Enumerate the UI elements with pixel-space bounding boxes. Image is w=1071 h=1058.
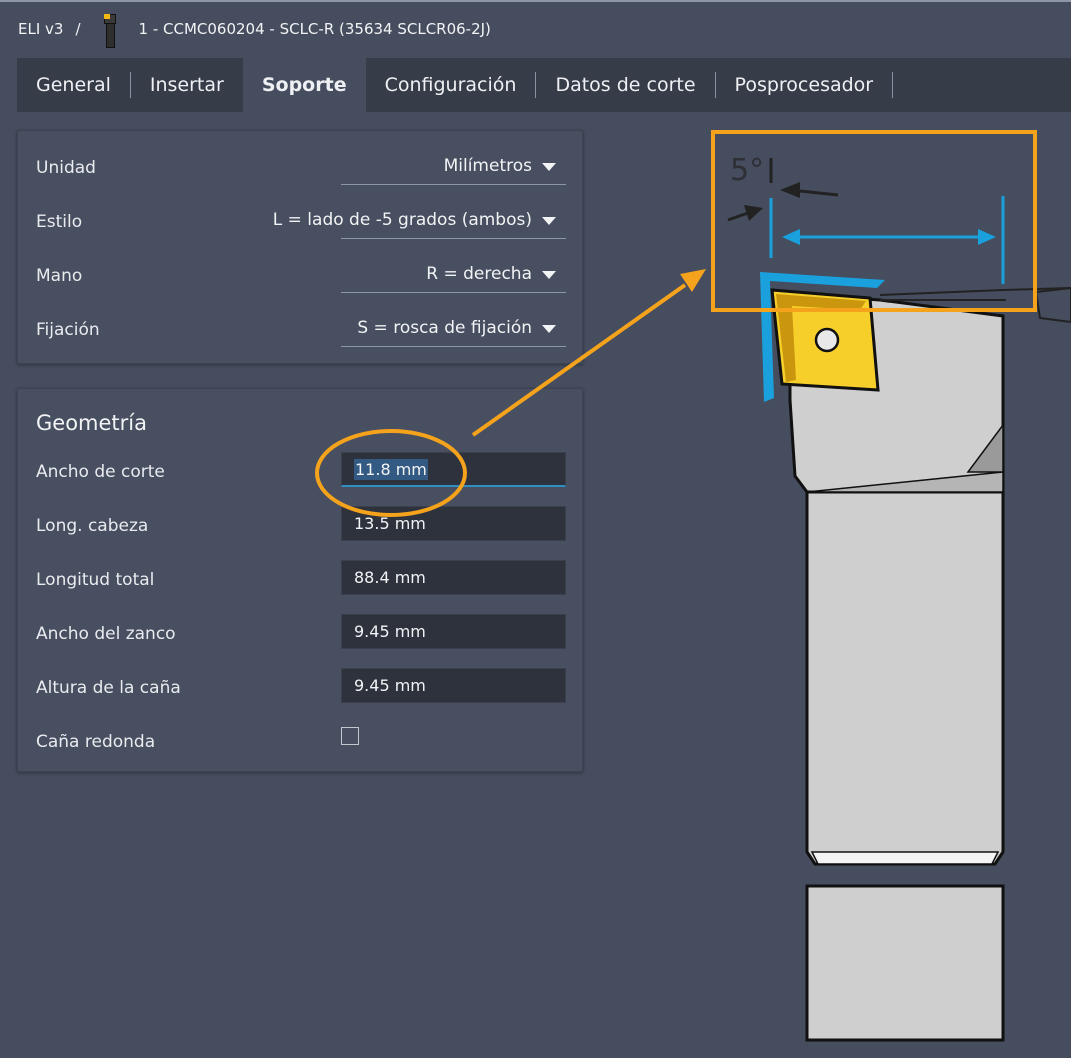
long-cabeza-label: Long. cabeza [36, 516, 149, 536]
breadcrumb-tool-title: 1 - CCMC060204 - SCLC-R (35634 SCLCR06-2… [138, 20, 491, 38]
ancho-corte-value: 11.8 mm [354, 459, 428, 480]
fijacion-label: Fijación [36, 320, 100, 340]
fijacion-value: S = rosca de fijación [357, 318, 532, 338]
ancho-zanco-label: Ancho del zanco [36, 624, 176, 644]
tab-soporte[interactable]: Soporte [242, 58, 366, 112]
shank-body [805, 490, 1005, 866]
tab-configuracion[interactable]: Configuración [366, 58, 536, 112]
longitud-total-label: Longitud total [36, 570, 155, 590]
chevron-down-icon [542, 271, 556, 279]
chevron-down-icon [542, 163, 556, 171]
unidad-label: Unidad [36, 158, 96, 178]
unidad-value: Milímetros [443, 156, 532, 176]
fijacion-select[interactable]: S = rosca de fijación [341, 311, 566, 347]
insert-bevel [776, 294, 866, 382]
breadcrumb: ELI v3 / 1 - CCMC060204 - SCLC-R (35634 … [0, 0, 1071, 56]
tab-datos-de-corte[interactable]: Datos de corte [536, 58, 714, 112]
estilo-label: Estilo [36, 212, 83, 232]
mano-label: Mano [36, 266, 83, 286]
clearance-outline [760, 272, 885, 402]
altura-cana-input[interactable]: 9.45 mm [341, 668, 566, 703]
turning-tool-icon [103, 10, 117, 48]
mano-select[interactable]: R = derecha [341, 257, 566, 293]
ancho-corte-input[interactable]: 11.8 mm [341, 452, 566, 487]
tab-bar: General Insertar Soporte Configuración D… [17, 58, 1071, 112]
cana-redonda-checkbox[interactable] [341, 727, 359, 745]
angle-label: 5° [730, 153, 765, 188]
cutting-insert [770, 288, 880, 392]
shank-chamfer [810, 851, 1000, 865]
geometry-title: Geometría [36, 411, 147, 435]
tab-general[interactable]: General [17, 58, 130, 112]
ancho-zanco-input[interactable]: 9.45 mm [341, 614, 566, 649]
ancho-corte-label: Ancho de corte [36, 462, 165, 482]
mano-value: R = derecha [426, 264, 532, 284]
tab-posprocesador[interactable]: Posprocesador [716, 58, 893, 112]
chevron-down-icon [542, 325, 556, 333]
altura-cana-label: Altura de la caña [36, 678, 181, 698]
estilo-value: L = lado de -5 grados (ambos) [272, 210, 532, 230]
geometry-panel: Geometría Ancho de corte 11.8 mm Long. c… [17, 388, 583, 772]
breadcrumb-app[interactable]: ELI v3 [18, 20, 63, 38]
breadcrumb-separator: / [75, 20, 81, 38]
estilo-select[interactable]: L = lado de -5 grados (ambos) [273, 203, 566, 239]
holder-settings-panel: Unidad Milímetros Estilo L = lado de -5 … [17, 130, 583, 364]
holder-head [788, 292, 1005, 494]
unidad-select[interactable]: Milímetros [341, 149, 566, 185]
longitud-total-input[interactable]: 88.4 mm [341, 560, 566, 595]
annotation-arrowhead [680, 269, 706, 292]
insert-screw-hole [814, 327, 840, 353]
head-bevel-side [966, 422, 1004, 473]
tab-divider [892, 72, 894, 98]
tab-insertar[interactable]: Insertar [131, 58, 243, 112]
head-bevel [806, 471, 1004, 493]
chevron-down-icon [542, 217, 556, 225]
cana-redonda-label: Caña redonda [36, 732, 156, 752]
shank-section-lower [805, 884, 1005, 1042]
long-cabeza-input[interactable]: 13.5 mm [341, 506, 566, 541]
